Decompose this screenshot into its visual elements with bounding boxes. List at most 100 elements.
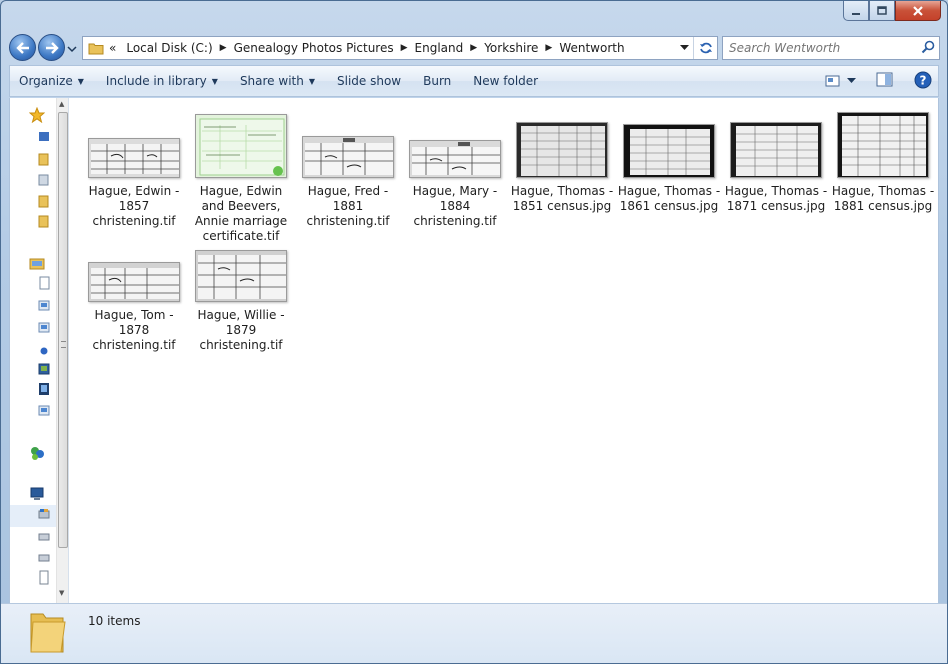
file-item[interactable]: Hague, Thomas -1861 census.jpg	[617, 106, 721, 214]
refresh-button[interactable]	[693, 37, 717, 59]
file-name-line: 1871 census.jpg	[726, 199, 826, 213]
minimize-button[interactable]	[843, 1, 869, 21]
drive-icon[interactable]	[38, 570, 54, 586]
file-name: Hague, Thomas -1871 census.jpg	[724, 184, 828, 214]
back-arrow-icon	[15, 41, 29, 54]
drive-icon[interactable]	[38, 550, 54, 566]
maximize-button[interactable]	[869, 1, 895, 21]
share-with-button[interactable]: Share with ▼	[231, 69, 324, 93]
library-folder-icon[interactable]	[38, 320, 54, 336]
pane-divider[interactable]	[68, 98, 69, 603]
file-name-line: christening.tif	[306, 214, 390, 228]
drive-icon[interactable]	[38, 529, 54, 545]
file-thumbnail	[724, 106, 828, 178]
file-name-line: Hague, Thomas -	[831, 184, 935, 198]
folder-icon[interactable]	[38, 214, 54, 230]
file-name-line: christening.tif	[199, 338, 283, 352]
search-input[interactable]	[723, 37, 913, 59]
item-count: 10 items	[88, 614, 141, 628]
preview-pane-button[interactable]	[876, 72, 894, 91]
folder-icon	[83, 41, 104, 55]
file-name-line: Hague, Thomas -	[617, 184, 721, 198]
address-overflow[interactable]: «	[104, 37, 121, 59]
help-button[interactable]: ?	[914, 71, 932, 92]
breadcrumb-local-disk[interactable]: Local Disk (C:)	[121, 37, 217, 59]
file-item[interactable]: Hague, Edwin -1857 christening.tif	[82, 106, 186, 229]
file-name-line: Hague, Thomas -	[510, 184, 614, 198]
back-button[interactable]	[9, 34, 36, 61]
breadcrumb-separator-icon[interactable]: ▶	[543, 43, 554, 53]
forward-button[interactable]	[38, 34, 65, 61]
refresh-icon	[699, 42, 712, 54]
slide-show-button[interactable]: Slide show	[328, 69, 410, 93]
file-item[interactable]: Hague, Thomas -1851 census.jpg	[510, 106, 614, 214]
details-pane: 10 items	[1, 603, 947, 663]
file-thumbnail	[82, 106, 186, 178]
close-icon	[913, 5, 923, 16]
organize-label: Organize	[19, 74, 73, 88]
homegroup-icon[interactable]	[29, 445, 45, 461]
file-name: Hague, Tom -1878 christening.tif	[82, 308, 186, 353]
local-disk-icon[interactable]	[38, 507, 54, 523]
file-name-line: 1861 census.jpg	[619, 199, 719, 213]
library-folder-icon[interactable]	[38, 403, 54, 419]
file-thumbnail	[296, 106, 400, 178]
preview-pane-icon	[876, 72, 893, 86]
music-icon[interactable]	[38, 342, 54, 358]
file-name-line: 1881	[332, 199, 364, 213]
new-folder-button[interactable]: New folder	[464, 69, 547, 93]
documents-icon[interactable]	[38, 276, 54, 292]
minimize-icon	[852, 12, 860, 15]
change-view-button[interactable]	[825, 74, 856, 88]
folder-icon	[30, 613, 66, 653]
breadcrumb-separator-icon[interactable]: ▶	[468, 43, 479, 53]
libraries-icon[interactable]	[29, 256, 45, 272]
help-icon: ?	[914, 71, 932, 88]
desktop-icon[interactable]	[38, 130, 54, 146]
command-bar: Organize ▼ Include in library ▼ Share with…	[9, 65, 939, 97]
breadcrumb-genealogy[interactable]: Genealogy Photos Pictures	[229, 37, 399, 59]
favorites-star-icon[interactable]	[29, 107, 45, 123]
breadcrumb-england[interactable]: England	[410, 37, 469, 59]
file-name: Hague, Willie -1879 christening.tif	[189, 308, 293, 353]
address-history-button[interactable]	[675, 45, 693, 51]
file-item[interactable]: Hague, Thomas -1871 census.jpg	[724, 106, 828, 214]
computer-icon[interactable]	[29, 487, 45, 503]
file-item[interactable]: Hague, Tom -1878 christening.tif	[82, 230, 186, 353]
file-name-line: Hague, Edwin -	[88, 184, 180, 198]
breadcrumb-separator-icon[interactable]: ▶	[399, 43, 410, 53]
file-thumbnail	[831, 106, 935, 178]
navigation-scrollbar[interactable]: ▲ ▼	[56, 98, 68, 603]
scroll-up-icon[interactable]: ▲	[59, 100, 64, 108]
breadcrumb-yorkshire[interactable]: Yorkshire	[479, 37, 543, 59]
library-folder-icon[interactable]	[38, 298, 54, 314]
close-button[interactable]	[895, 1, 941, 21]
file-thumbnail	[403, 106, 507, 178]
file-item[interactable]: Hague, Edwin and Beevers, Annie marriage ce…	[189, 106, 293, 244]
file-item[interactable]: Hague, Fred -1881 christening.tif	[296, 106, 400, 229]
chevron-down-icon	[67, 46, 77, 53]
file-item[interactable]: Hague, Mary -1884 christening.tif	[403, 106, 507, 229]
scroll-grip	[61, 341, 66, 348]
recent-places-icon[interactable]	[38, 174, 54, 190]
breadcrumb-wentworth[interactable]: Wentworth	[554, 37, 629, 59]
search-icon[interactable]	[921, 40, 935, 57]
address-bar[interactable]: « Local Disk (C:) ▶ Genealogy Photos Pic…	[82, 36, 718, 60]
videos-icon[interactable]	[38, 382, 54, 398]
recent-pages-button[interactable]	[67, 42, 77, 56]
scroll-thumb[interactable]	[58, 112, 68, 548]
burn-button[interactable]: Burn	[414, 69, 460, 93]
file-item[interactable]: Hague, Thomas -1881 census.jpg	[831, 106, 935, 214]
search-box[interactable]	[722, 36, 940, 60]
file-name-line: christening.tif	[413, 214, 497, 228]
file-name: Hague, Fred -1881 christening.tif	[296, 184, 400, 229]
include-in-library-button[interactable]: Include in library ▼	[97, 69, 227, 93]
scroll-down-icon[interactable]: ▼	[59, 589, 64, 597]
file-item[interactable]: Hague, Willie -1879 christening.tif	[189, 230, 293, 353]
file-name-line: 1879	[225, 323, 257, 337]
folder-icon[interactable]	[38, 194, 54, 210]
breadcrumb-separator-icon[interactable]: ▶	[218, 43, 229, 53]
pictures-icon[interactable]	[38, 362, 54, 378]
downloads-folder-icon[interactable]	[38, 152, 54, 168]
organize-button[interactable]: Organize ▼	[10, 69, 93, 93]
